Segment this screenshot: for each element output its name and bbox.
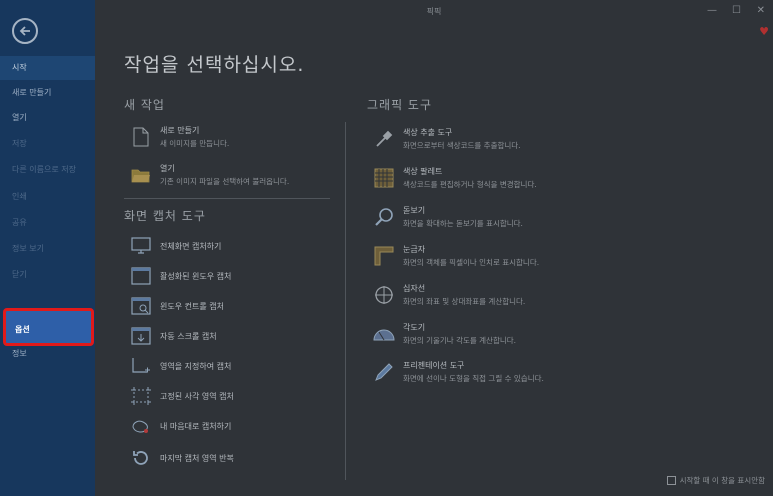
startup-checkbox-row[interactable]: 시작할 때 이 창을 표시안함 <box>666 475 765 486</box>
item-title: 색상 팔레트 <box>403 167 443 176</box>
graphic-tools-heading: 그래픽 도구 <box>367 98 433 112</box>
dont-show-checkbox[interactable] <box>666 476 676 485</box>
magnifier-item[interactable]: 돋보기 화면을 확대하는 돋보기를 표시합니다. <box>373 202 523 232</box>
ruler-icon <box>373 245 395 267</box>
sidebar-item-share[interactable]: 공유 <box>0 211 95 235</box>
item-desc: 화면을 확대하는 돋보기를 표시합니다. <box>403 219 523 228</box>
item-title: 자동 스크롤 캡처 <box>160 331 217 341</box>
sidebar-item-open[interactable]: 열기 <box>0 106 95 130</box>
item-title: 열기 <box>160 164 175 173</box>
sidebar-item-start[interactable]: 시작 <box>0 56 95 80</box>
item-title: 고정된 사각 영역 캡처 <box>160 391 234 401</box>
item-desc: 화면의 객체를 픽셀이나 인치로 표시합니다. <box>403 258 540 267</box>
sidebar-item-save[interactable]: 저장 <box>0 132 95 156</box>
palette-grid-icon <box>373 167 395 189</box>
item-title: 마지막 캡처 영역 반복 <box>160 453 234 463</box>
open-image-item[interactable]: 열기 기존 이미지 파일을 선택하여 불러옵니다. <box>130 160 289 190</box>
window-icon <box>130 265 152 287</box>
sidebar-item-about[interactable]: 정보 <box>0 342 95 366</box>
capture-heading: 화면 캡처 도구 <box>124 209 206 223</box>
ruler-item[interactable]: 눈금자 화면의 객체를 픽셀이나 인치로 표시합니다. <box>373 241 539 271</box>
item-desc: 색상코드를 편집하거나 형식을 변경합니다. <box>403 180 537 189</box>
capture-window-control-item[interactable]: 윈도우 컨트롤 캡처 <box>130 291 224 321</box>
sidebar: 시작 새로 만들기 열기 저장 다른 이름으로 저장 인쇄 공유 정보 보기 닫… <box>0 0 95 496</box>
protractor-icon <box>373 323 395 345</box>
magnifier-icon <box>373 206 395 228</box>
crosshair-item[interactable]: 십자선 화면의 좌표 및 상대좌표를 계산합니다. <box>373 280 525 310</box>
sidebar-item-options[interactable]: 옵션 <box>3 308 94 346</box>
protractor-item[interactable]: 각도기 화면의 기울기나 각도를 계산합니다. <box>373 319 516 349</box>
close-button[interactable]: ✕ <box>757 5 765 16</box>
back-button[interactable] <box>12 18 38 44</box>
title-bar: 픽픽 — ☐ ✕ <box>95 0 773 24</box>
capture-fullscreen-item[interactable]: 전체화면 캡처하기 <box>130 231 221 261</box>
sidebar-item-print[interactable]: 인쇄 <box>0 185 95 209</box>
sidebar-item-info-view[interactable]: 정보 보기 <box>0 237 95 261</box>
item-desc: 화면으로부터 색상코드를 추출합니다. <box>403 141 521 150</box>
item-title: 눈금자 <box>403 245 426 254</box>
item-title: 색상 추출 도구 <box>403 128 453 137</box>
monitor-icon <box>130 235 152 257</box>
pen-icon <box>373 361 395 383</box>
repeat-icon <box>130 447 152 469</box>
capture-auto-scroll-item[interactable]: 자동 스크롤 캡처 <box>130 321 217 351</box>
item-title: 전체화면 캡처하기 <box>160 241 222 251</box>
capture-freehand-item[interactable]: 내 마음대로 캡처하기 <box>130 411 231 441</box>
color-palette-item[interactable]: 색상 팔레트 색상코드를 편집하거나 형식을 변경합니다. <box>373 163 537 193</box>
new-image-item[interactable]: 새로 만들기 새 이미지를 만듭니다. <box>130 122 229 152</box>
heart-icon[interactable]: ♥ <box>759 25 769 38</box>
item-title: 십자선 <box>403 284 426 293</box>
new-task-heading: 새 작업 <box>124 98 165 112</box>
column-divider <box>345 122 346 480</box>
scroll-capture-icon <box>130 325 152 347</box>
maximize-button[interactable]: ☐ <box>732 5 741 16</box>
checkbox-label: 시작할 때 이 창을 표시안함 <box>679 476 765 485</box>
item-title: 내 마음대로 캡처하기 <box>160 421 232 431</box>
sidebar-item-save-as[interactable]: 다른 이름으로 저장 <box>0 158 95 182</box>
item-desc: 화면에 선이나 도형을 직접 그릴 수 있습니다. <box>403 374 544 383</box>
presentation-tool-item[interactable]: 프리젠테이션 도구 화면에 선이나 도형을 직접 그릴 수 있습니다. <box>373 357 544 387</box>
capture-active-window-item[interactable]: 활성화된 윈도우 캡처 <box>130 261 231 291</box>
minimize-button[interactable]: — <box>707 5 717 16</box>
freehand-capture-icon <box>130 415 152 437</box>
crosshair-icon <box>373 284 395 306</box>
item-desc: 기존 이미지 파일을 선택하여 불러옵니다. <box>160 177 290 186</box>
item-title: 활성화된 윈도우 캡처 <box>160 271 232 281</box>
capture-region-item[interactable]: 영역을 지정하여 캡처 <box>130 351 231 381</box>
item-title: 프리젠테이션 도구 <box>403 361 465 370</box>
capture-fixed-region-item[interactable]: 고정된 사각 영역 캡처 <box>130 381 234 411</box>
item-desc: 새 이미지를 만듭니다. <box>160 139 230 148</box>
folder-icon <box>130 164 152 186</box>
sidebar-item-close[interactable]: 닫기 <box>0 263 95 287</box>
window-search-icon <box>130 295 152 317</box>
item-title: 돋보기 <box>403 206 426 215</box>
page-title: 작업을 선택하십시오. <box>124 54 305 76</box>
item-desc: 화면의 기울기나 각도를 계산합니다. <box>403 336 517 345</box>
window-title: 픽픽 <box>426 7 442 16</box>
capture-repeat-last-item[interactable]: 마지막 캡처 영역 반복 <box>130 443 234 473</box>
color-picker-item[interactable]: 색상 추출 도구 화면으로부터 색상코드를 추출합니다. <box>373 124 521 154</box>
item-title: 영역을 지정하여 캡처 <box>160 361 232 371</box>
divider <box>124 198 330 199</box>
item-title: 각도기 <box>403 323 426 332</box>
arrow-left-icon <box>19 26 30 36</box>
fixed-region-icon <box>130 385 152 407</box>
region-select-icon <box>130 355 152 377</box>
document-icon <box>130 126 152 148</box>
eyedropper-icon <box>373 128 395 150</box>
sidebar-item-new[interactable]: 새로 만들기 <box>0 81 95 105</box>
item-desc: 화면의 좌표 및 상대좌표를 계산합니다. <box>403 297 526 306</box>
item-title: 윈도우 컨트롤 캡처 <box>160 301 224 311</box>
item-title: 새로 만들기 <box>160 126 200 135</box>
